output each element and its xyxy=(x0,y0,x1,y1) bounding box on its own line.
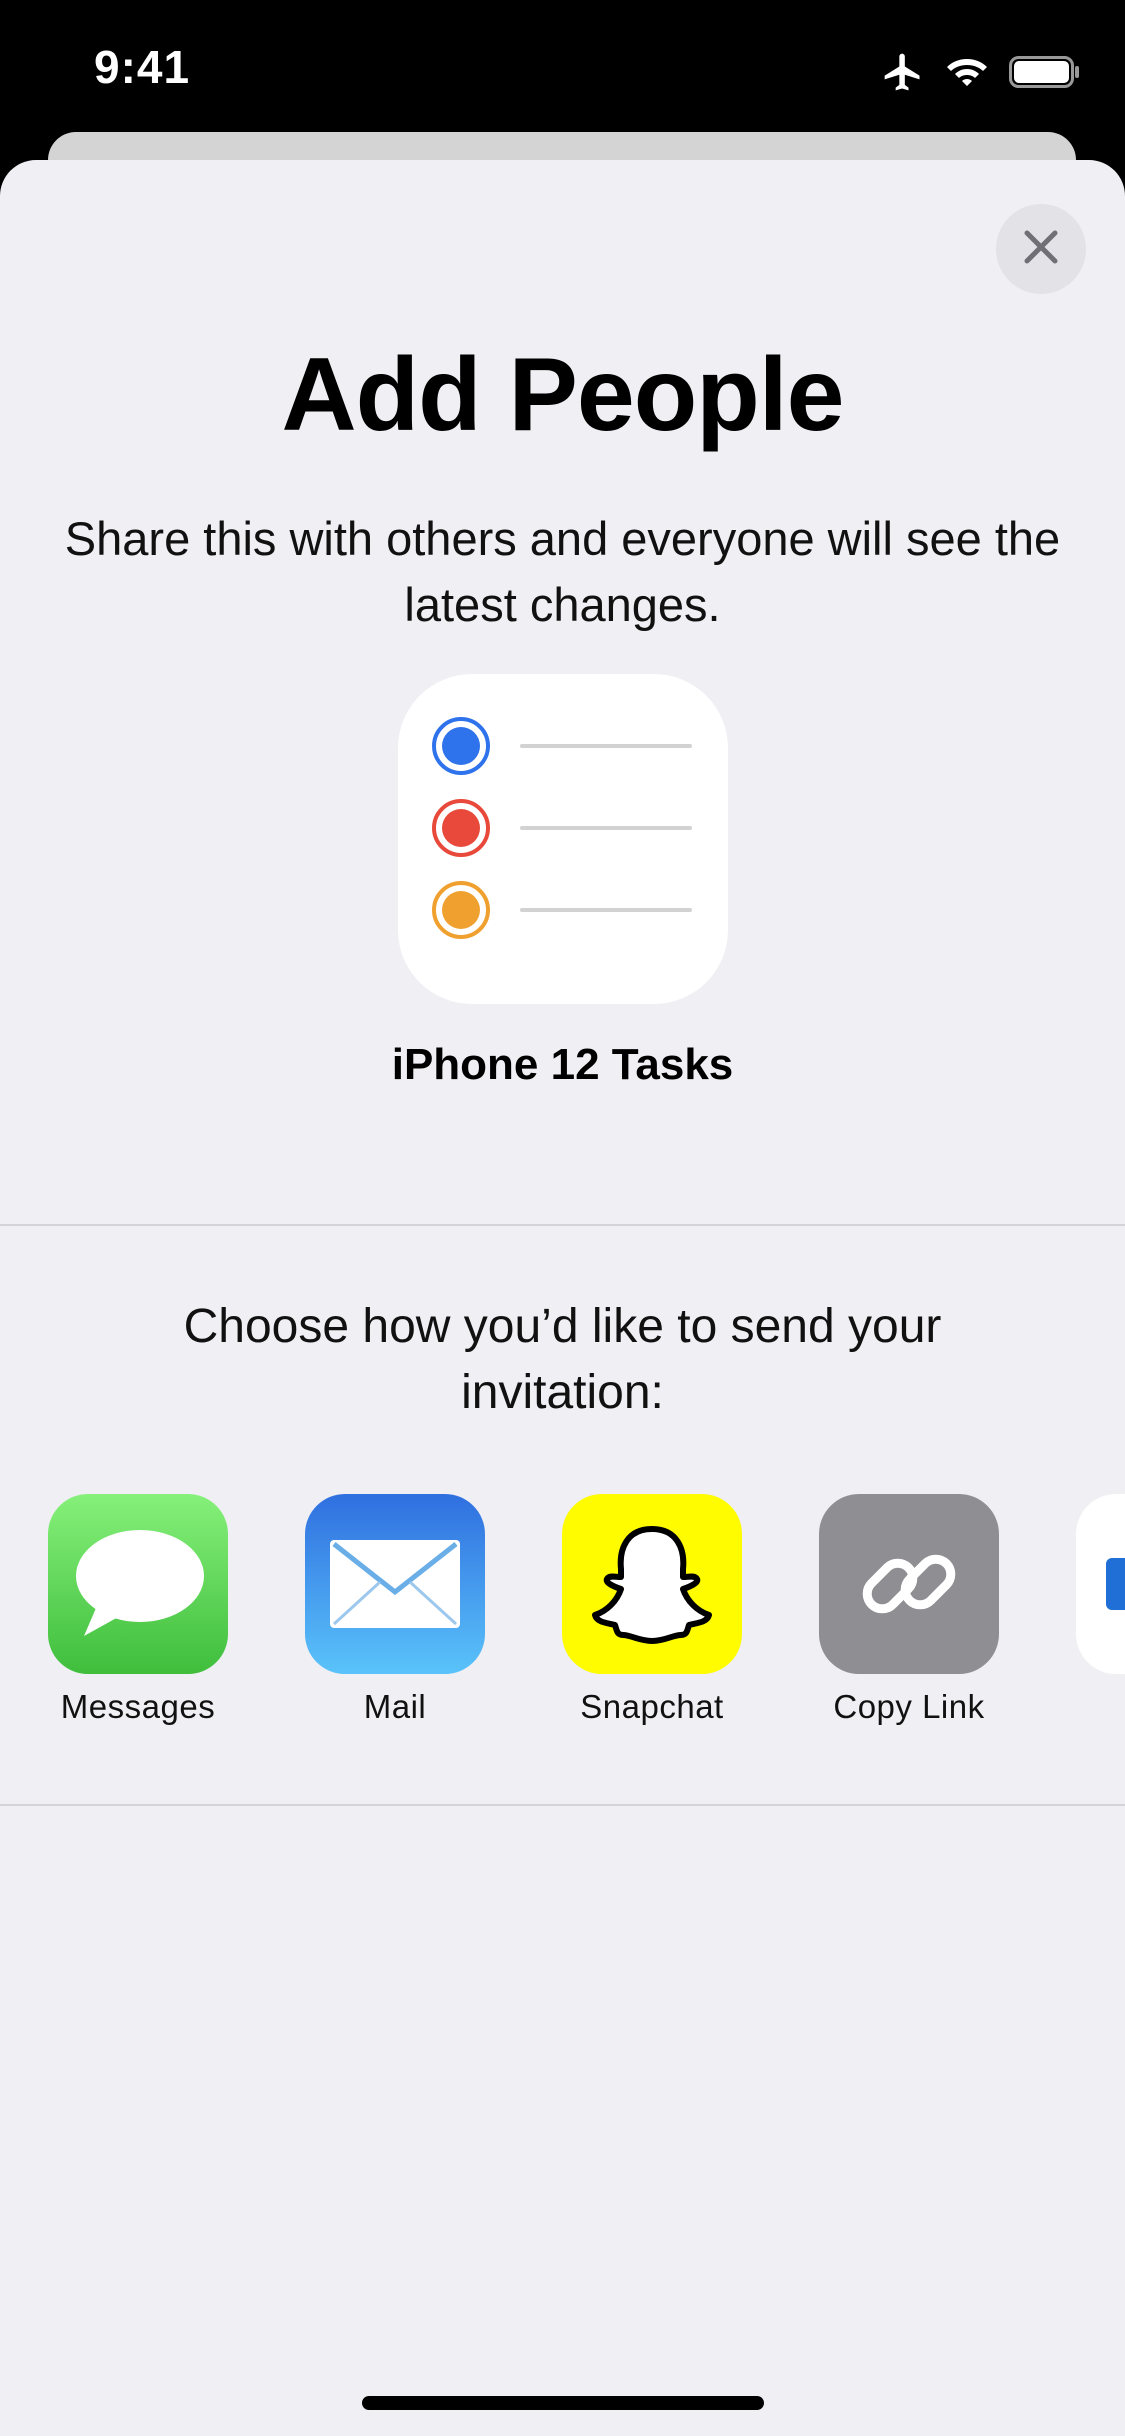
list-line xyxy=(520,826,692,830)
home-indicator[interactable] xyxy=(362,2396,764,2410)
airplane-mode-icon xyxy=(881,50,925,94)
share-options-row: Messages Mail Snapchat Copy Link C xyxy=(0,1494,1125,1754)
close-icon xyxy=(1021,227,1061,272)
snapchat-icon xyxy=(562,1494,742,1674)
status-time: 9:41 xyxy=(94,41,191,93)
divider xyxy=(0,1804,1125,1806)
share-option-label: Mail xyxy=(363,1688,427,1725)
wifi-icon xyxy=(945,55,989,89)
sheet-subtitle: Share this with others and everyone will… xyxy=(64,512,1061,631)
share-option-label: C xyxy=(1036,1688,1125,1726)
share-option-label: Copy Link xyxy=(833,1688,985,1725)
divider xyxy=(0,1224,1125,1226)
reminders-list-icon xyxy=(398,674,728,1004)
blue-dot-icon xyxy=(432,717,490,775)
mail-icon xyxy=(305,1494,485,1674)
list-row xyxy=(432,798,702,858)
list-line xyxy=(520,744,692,748)
link-icon xyxy=(819,1494,999,1674)
page-title: Add People xyxy=(281,337,844,453)
close-button[interactable] xyxy=(996,204,1086,294)
list-line xyxy=(520,908,692,912)
orange-dot-icon xyxy=(432,881,490,939)
partial-app-icon xyxy=(1076,1494,1125,1674)
share-option-label: Messages xyxy=(60,1688,216,1725)
list-row xyxy=(432,716,702,776)
share-option-label: Snapchat xyxy=(580,1688,724,1725)
choose-instruction: Choose how you’d like to send your invit… xyxy=(183,1300,942,1419)
list-row xyxy=(432,880,702,940)
list-name: iPhone 12 Tasks xyxy=(391,1040,734,1089)
messages-icon xyxy=(48,1494,228,1674)
status-bar: 9:41 xyxy=(0,0,1125,140)
status-icons xyxy=(881,50,1081,94)
battery-icon xyxy=(1009,54,1081,90)
add-people-sheet: Add People Share this with others and ev… xyxy=(0,160,1125,2436)
red-dot-icon xyxy=(432,799,490,857)
